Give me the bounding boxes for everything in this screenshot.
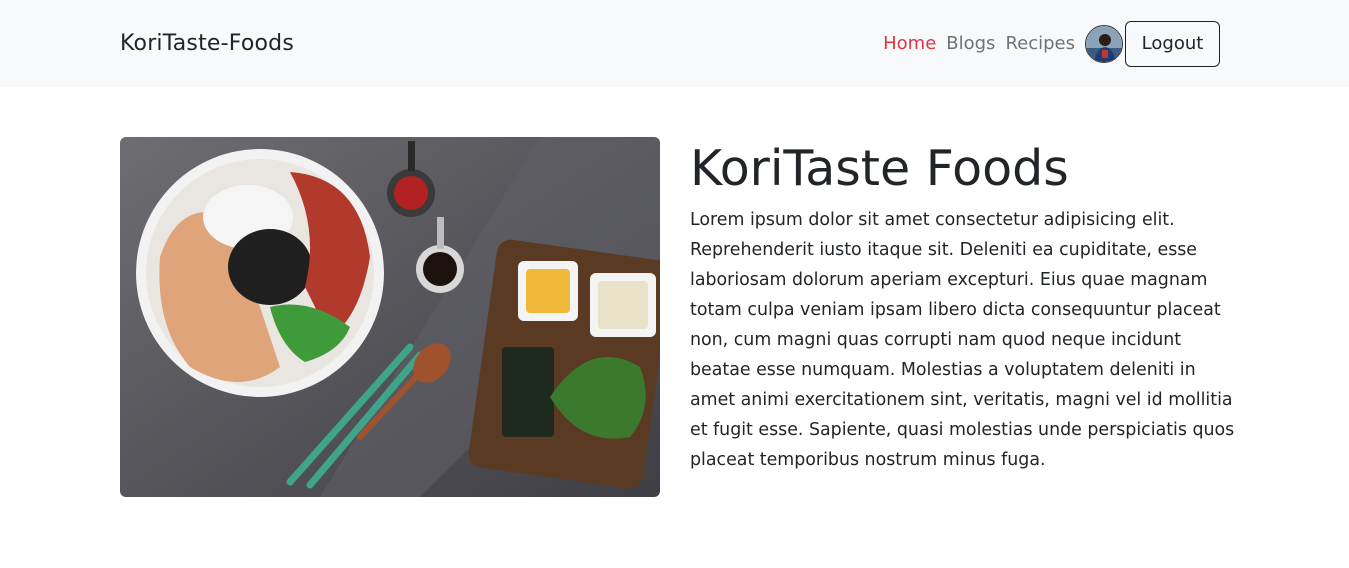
logout-button[interactable]: Logout — [1125, 20, 1220, 67]
food-image — [120, 137, 660, 497]
hero-section: KoriTaste Foods Lorem ipsum dolor sit am… — [0, 87, 1349, 497]
brand-link[interactable]: KoriTaste-Foods — [120, 31, 294, 56]
user-avatar[interactable] — [1085, 24, 1123, 63]
nav-links: Home Blogs Recipes Logout — [883, 20, 1220, 67]
hero-text: KoriTaste Foods Lorem ipsum dolor sit am… — [690, 137, 1235, 497]
hero-description: Lorem ipsum dolor sit amet consectetur a… — [690, 210, 1235, 470]
nav-link-home[interactable]: Home — [883, 33, 936, 54]
hero-title: KoriTaste Foods — [690, 140, 1069, 197]
nav-link-blogs[interactable]: Blogs — [946, 33, 995, 54]
navbar: KoriTaste-Foods Home Blogs Recipes Logou… — [0, 0, 1349, 87]
nav-link-recipes[interactable]: Recipes — [1005, 33, 1075, 54]
